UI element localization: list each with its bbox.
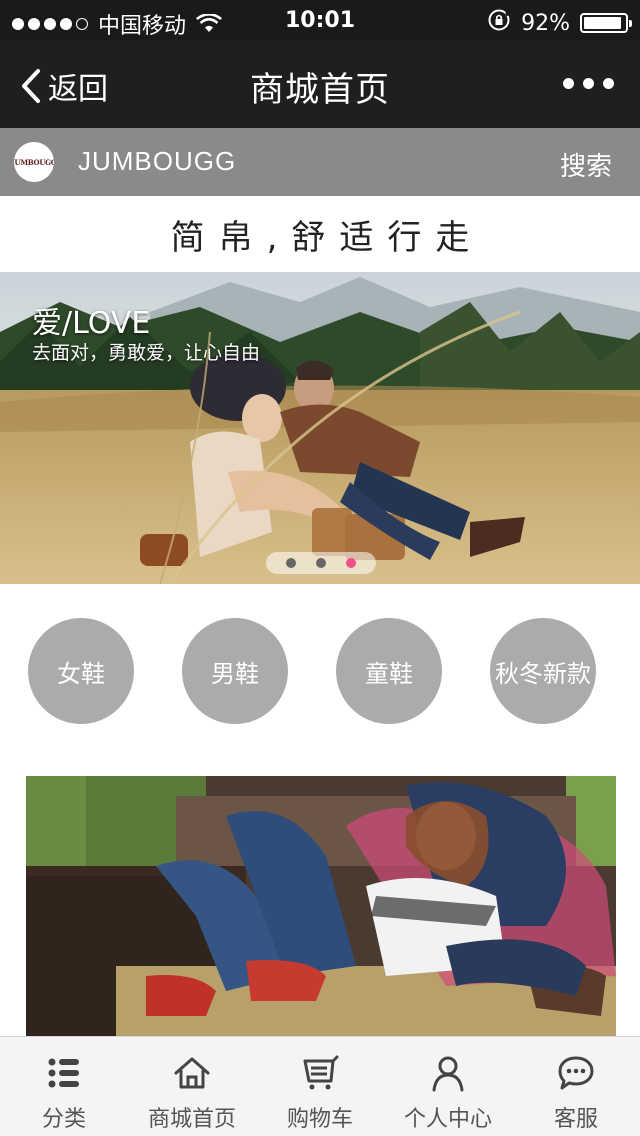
banner-title: 爱/LOVE — [32, 306, 151, 341]
status-right: 92% — [487, 8, 632, 38]
tab-label: 客服 — [553, 1107, 598, 1132]
tab-profile[interactable]: 个人中心 — [384, 1037, 512, 1136]
more-dot-icon — [583, 78, 594, 89]
more-button[interactable] — [563, 78, 614, 89]
tab-label: 个人中心 — [403, 1107, 492, 1132]
logo-text: JUMBOUGG — [14, 157, 54, 167]
carousel-indicator[interactable] — [266, 552, 376, 574]
tab-customer-service[interactable]: 客服 — [512, 1037, 640, 1136]
tab-label: 分类 — [41, 1107, 86, 1132]
category-men-shoes[interactable]: 男鞋 — [182, 618, 288, 724]
home-icon — [174, 1057, 210, 1089]
battery-icon — [580, 13, 632, 33]
carousel-dot[interactable] — [316, 558, 326, 568]
brand-name: JUMBOUGG — [78, 146, 237, 176]
bottom-tab-bar: 分类 商城首页 购物车 个人中心 客服 — [0, 1036, 640, 1136]
more-dot-icon — [603, 78, 614, 89]
carousel-dot-active[interactable] — [346, 558, 356, 568]
feature-banner[interactable] — [26, 776, 616, 1036]
category-new-autumn-winter[interactable]: 秋冬新款 — [490, 618, 596, 724]
page-title: 商城首页 — [250, 70, 390, 110]
tab-label: 商城首页 — [147, 1107, 236, 1132]
more-dot-icon — [563, 78, 574, 89]
slogan: 简帛,舒适行走 — [170, 217, 484, 258]
feature-image — [26, 776, 616, 1036]
tab-cart[interactable]: 购物车 — [256, 1037, 384, 1136]
tab-category[interactable]: 分类 — [0, 1037, 128, 1136]
brand-bar: JUMBOUGG JUMBOUGG 搜索 — [0, 128, 640, 196]
battery-fill — [584, 17, 621, 29]
banner-subtitle: 去面对，勇敢爱，让心自由 — [32, 342, 261, 364]
list-icon — [48, 1058, 79, 1088]
brand-logo[interactable]: JUMBOUGG — [14, 142, 54, 182]
status-bar: 中国移动 10:01 92% — [0, 0, 640, 40]
category-kids-shoes[interactable]: 童鞋 — [336, 618, 442, 724]
battery-percent: 92% — [521, 10, 570, 36]
rotation-lock-icon — [487, 8, 513, 38]
user-icon — [432, 1056, 464, 1092]
category-women-shoes[interactable]: 女鞋 — [28, 618, 134, 724]
cart-icon — [303, 1055, 339, 1090]
category-list: 女鞋 男鞋 童鞋 秋冬新款 — [0, 584, 640, 776]
banner-carousel[interactable]: 爱/LOVE 去面对，勇敢爱，让心自由 — [0, 272, 640, 584]
navigation-bar: 返回 商城首页 — [0, 40, 640, 128]
carousel-dot[interactable] — [286, 558, 296, 568]
tab-home[interactable]: 商城首页 — [128, 1037, 256, 1136]
search-button[interactable]: 搜索 — [560, 146, 612, 183]
chat-icon — [558, 1056, 594, 1090]
tab-label: 购物车 — [286, 1107, 353, 1132]
